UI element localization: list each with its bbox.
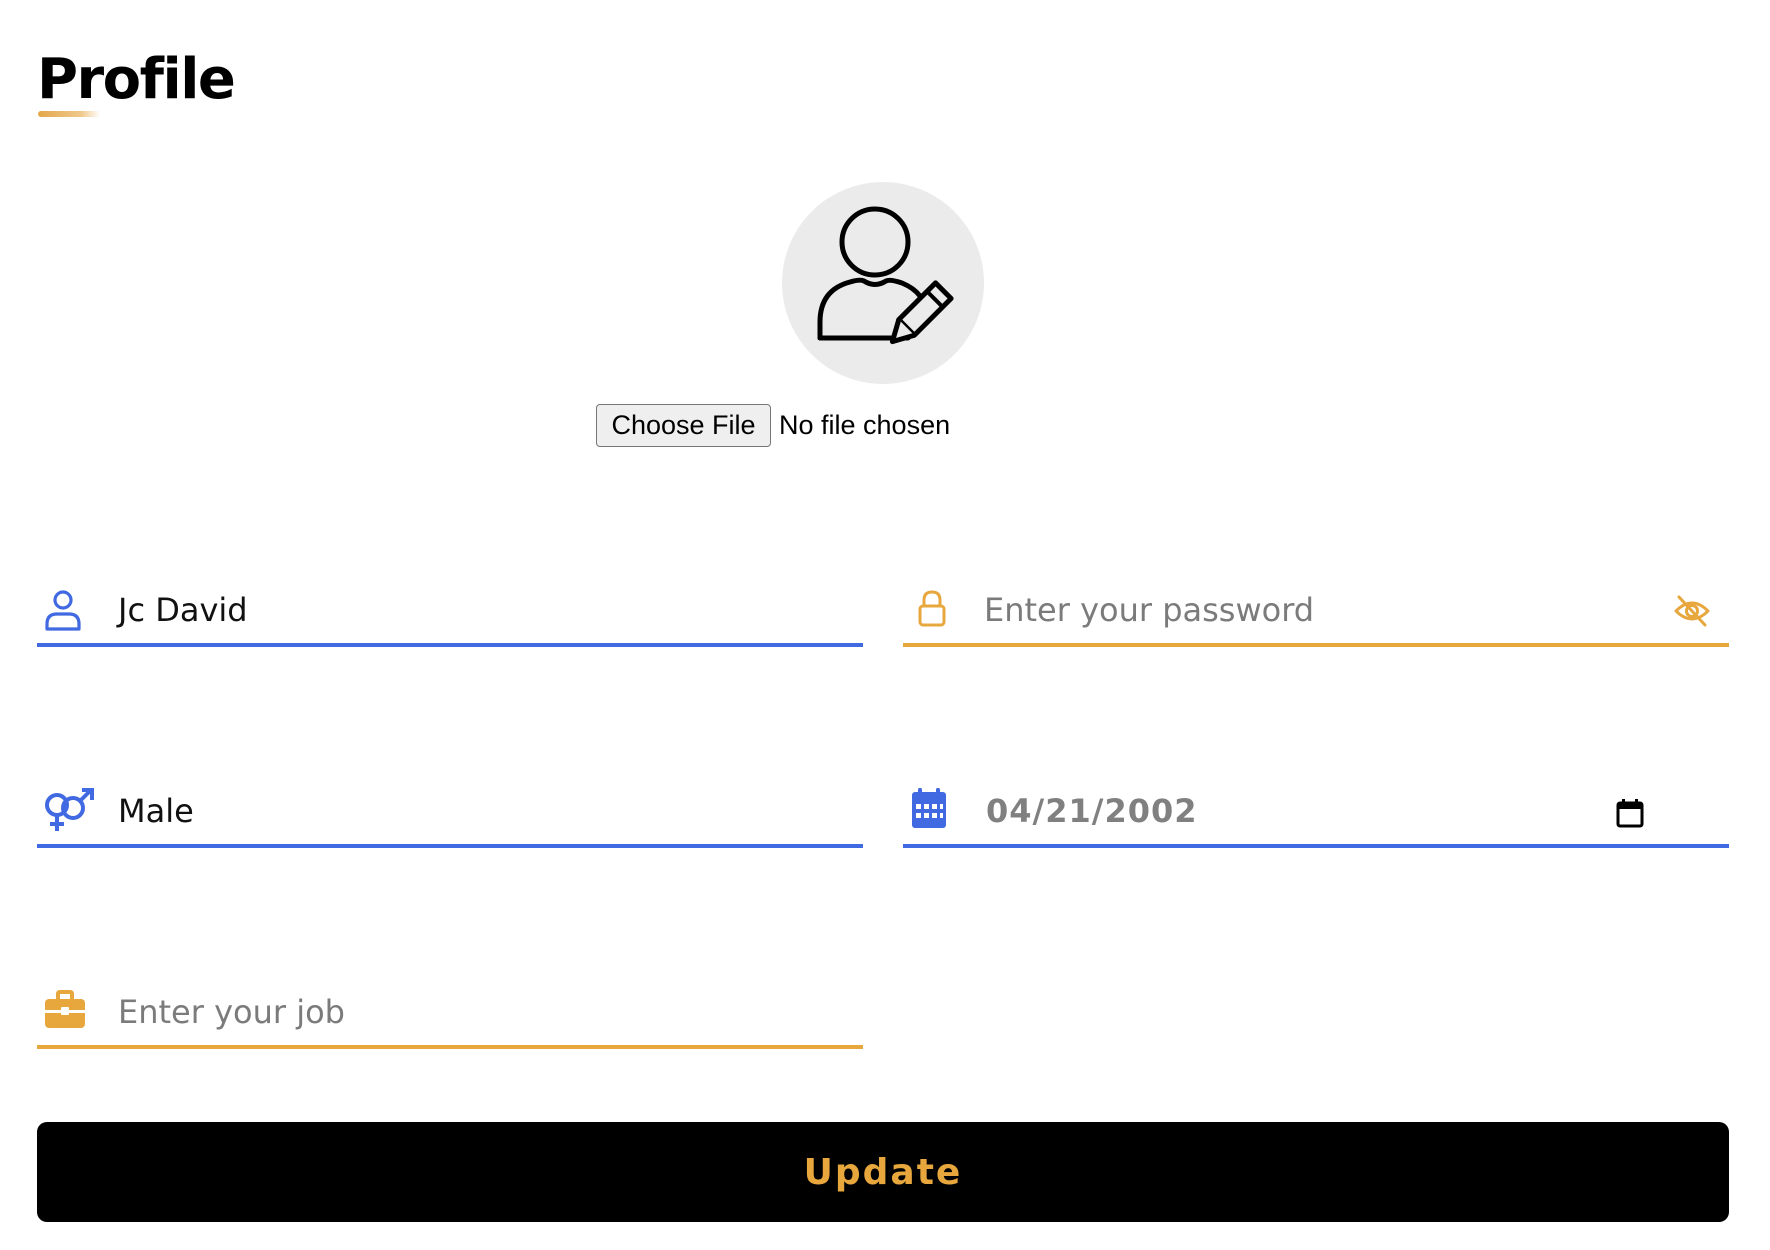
job-field[interactable]: Enter your job bbox=[37, 979, 863, 1049]
dob-field[interactable]: 04/21/2002 bbox=[903, 778, 1729, 848]
dob-value: 04/21/2002 bbox=[986, 792, 1198, 830]
gender-icon bbox=[45, 788, 94, 831]
name-field[interactable]: Jc David bbox=[37, 577, 863, 647]
update-button[interactable]: Update bbox=[37, 1122, 1729, 1222]
calendar-icon bbox=[912, 788, 946, 828]
password-placeholder: Enter your password bbox=[984, 591, 1315, 629]
update-button-label: Update bbox=[803, 1151, 963, 1193]
lock-icon bbox=[918, 590, 946, 627]
gender-value: Male bbox=[118, 792, 194, 830]
file-status-text: No file chosen bbox=[779, 410, 951, 440]
password-field[interactable]: Enter your password bbox=[903, 577, 1729, 647]
user-icon bbox=[45, 590, 81, 631]
briefcase-icon bbox=[45, 990, 85, 1028]
avatar-upload[interactable] bbox=[782, 182, 984, 384]
eye-slash-icon[interactable] bbox=[1673, 594, 1711, 628]
user-edit-icon bbox=[817, 206, 954, 345]
job-placeholder: Enter your job bbox=[118, 993, 345, 1031]
calendar-picker-icon[interactable] bbox=[1616, 798, 1644, 828]
name-value: Jc David bbox=[118, 591, 248, 629]
choose-file-button[interactable]: Choose File bbox=[596, 404, 771, 447]
title-underline bbox=[38, 111, 100, 117]
gender-field[interactable]: Male bbox=[37, 778, 863, 848]
page-title: Profile bbox=[37, 47, 236, 112]
